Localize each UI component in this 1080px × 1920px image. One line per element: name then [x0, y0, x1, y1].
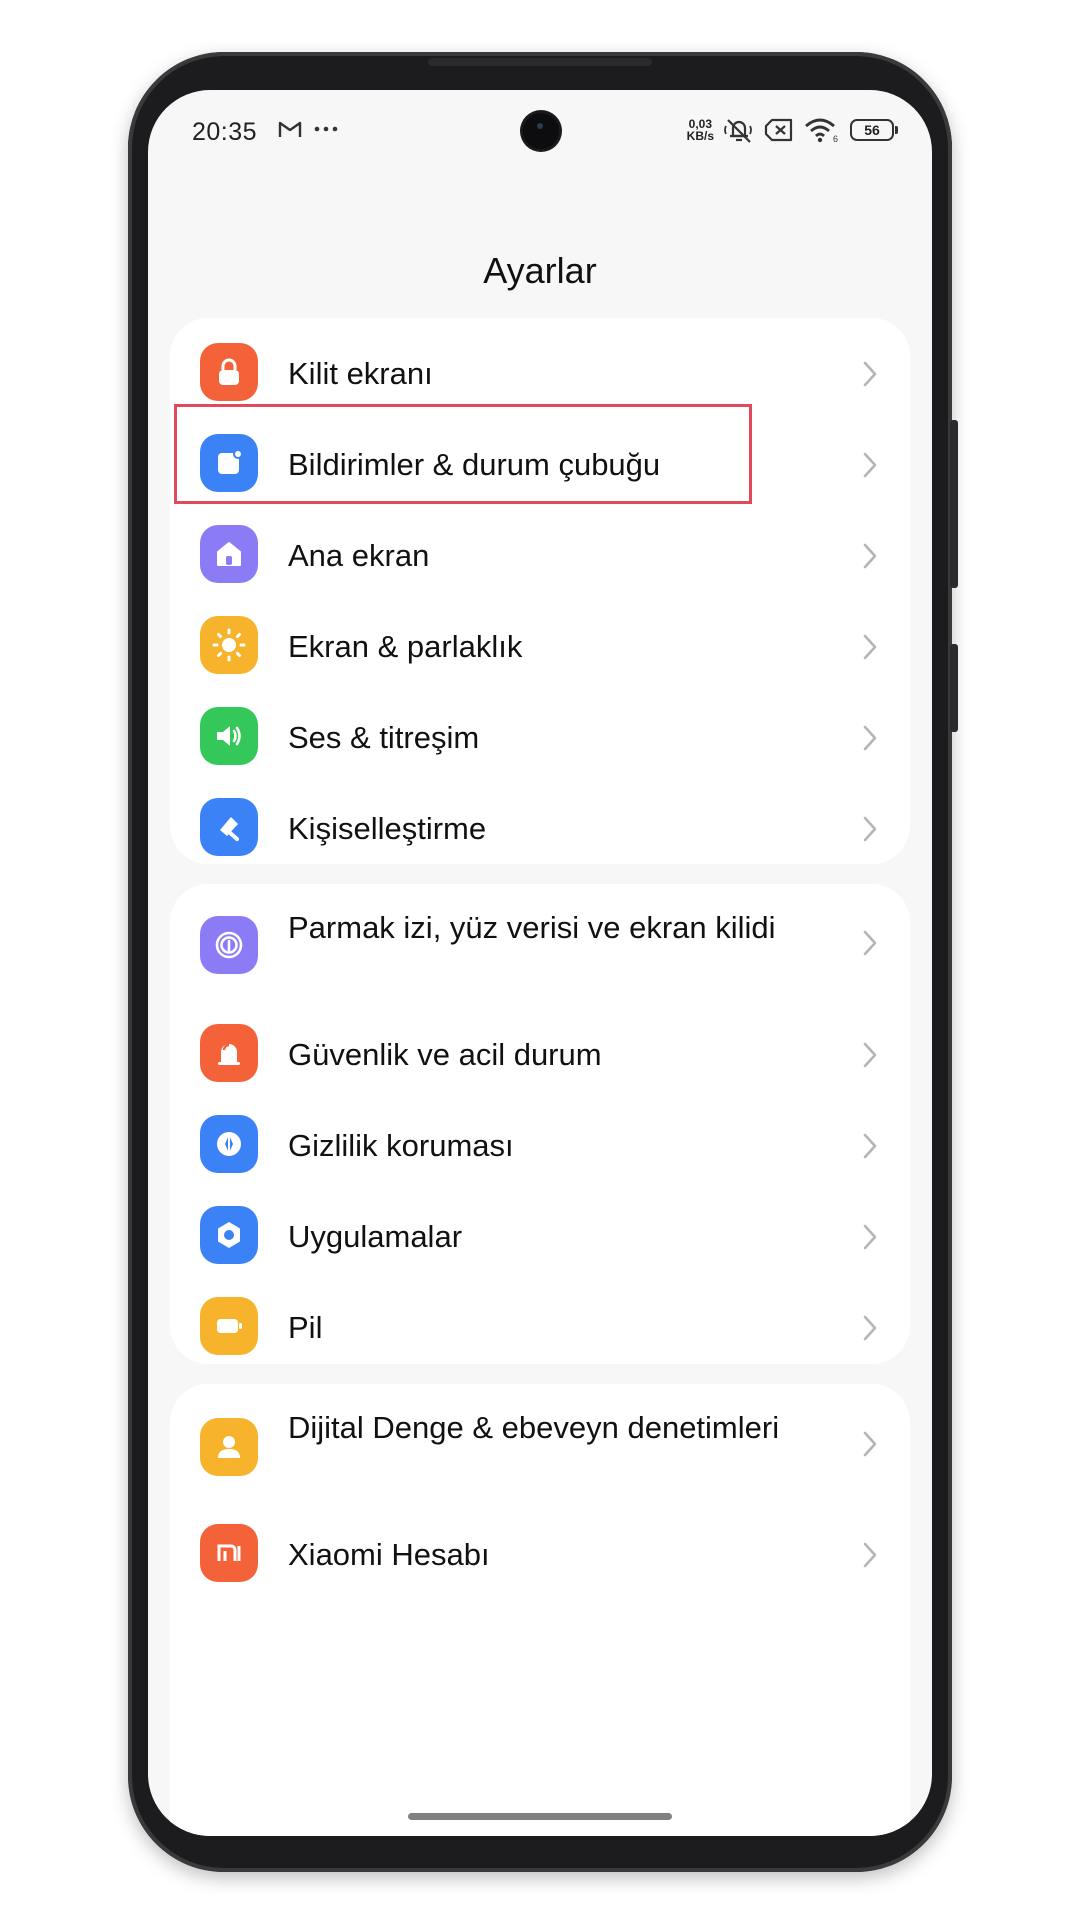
chevron-right-icon: [863, 816, 877, 842]
chevron-right-icon: [863, 1431, 877, 1457]
lock-icon: [200, 343, 258, 401]
home-icon: [200, 525, 258, 583]
status-right-icons: 0,03 KB/s 6 56: [687, 116, 898, 144]
settings-item-label: Ana ekran: [288, 538, 430, 573]
chevron-right-icon: [863, 930, 877, 956]
settings-item-digital-wellbeing[interactable]: Dijital Denge & ebeveyn denetimleri: [170, 1384, 910, 1504]
brush-icon: [200, 798, 258, 856]
page-title: Ayarlar: [483, 250, 597, 291]
settings-item-label: Kişiselleştirme: [288, 811, 487, 846]
battery-indicator: 56: [850, 119, 898, 141]
wifi-sub-label: 6: [833, 134, 838, 143]
speaker-icon: [200, 707, 258, 765]
settings-group-2: Parmak izi, yüz verisi ve ekran kilidi G…: [170, 884, 910, 1364]
chevron-right-icon: [863, 361, 877, 387]
battery-icon: [200, 1297, 258, 1355]
settings-group-1: Kilit ekranı Bildirimler & durum çubuğu: [170, 318, 910, 864]
privacy-icon: [200, 1115, 258, 1173]
screen: 20:35 0,03 KB/s 6 56 Ayarlar Kilit ekran…: [148, 90, 932, 1836]
gmail-icon: [278, 121, 302, 137]
wifi-icon: 6: [805, 118, 838, 143]
earpiece-bar: [428, 58, 652, 66]
status-bar: 20:35 0,03 KB/s 6 56: [148, 90, 932, 186]
settings-item-label: Kilit ekranı: [288, 356, 433, 391]
status-left-icons: [278, 120, 338, 138]
wellbeing-icon: [200, 1418, 258, 1476]
settings-item-label: Parmak izi, yüz verisi ve ekran kilidi: [288, 910, 776, 945]
settings-item-personalization[interactable]: Kişiselleştirme: [170, 773, 910, 885]
emergency-icon: [200, 1024, 258, 1082]
chevron-right-icon: [863, 452, 877, 478]
settings-item-label: Bildirimler & durum çubuğu: [288, 447, 661, 482]
settings-item-label: Ses & titreşim: [288, 720, 480, 755]
sun-icon: [200, 616, 258, 674]
chevron-right-icon: [863, 1042, 877, 1068]
no-sim-icon: [764, 118, 793, 142]
chevron-right-icon: [863, 543, 877, 569]
chevron-right-icon: [863, 1224, 877, 1250]
settings-item-label: Güvenlik ve acil durum: [288, 1037, 602, 1072]
chevron-right-icon: [863, 1315, 877, 1341]
settings-item-label: Ekran & parlaklık: [288, 629, 523, 664]
network-speed-unit: KB/s: [686, 129, 714, 143]
volume-button: [950, 420, 958, 588]
settings-item-label: Gizlilik koruması: [288, 1128, 514, 1163]
settings-item-label: Uygulamalar: [288, 1219, 463, 1254]
fingerprint-icon: [200, 916, 258, 974]
network-speed: 0,03 KB/s: [687, 118, 714, 142]
chevron-right-icon: [863, 1133, 877, 1159]
phone-frame: 20:35 0,03 KB/s 6 56 Ayarlar Kilit ekran…: [128, 52, 958, 1872]
more-dots-icon: [314, 126, 338, 132]
mi-account-icon: [200, 1524, 258, 1582]
settings-group-3: Dijital Denge & ebeveyn denetimleri Xiao…: [170, 1384, 910, 1836]
settings-item-label: Xiaomi Hesabı: [288, 1537, 490, 1572]
notification-icon: [200, 434, 258, 492]
home-indicator[interactable]: [408, 1813, 672, 1820]
apps-icon: [200, 1206, 258, 1264]
chevron-right-icon: [863, 725, 877, 751]
settings-item-xiaomi-account[interactable]: Xiaomi Hesabı: [170, 1499, 910, 1611]
silent-bell-icon: [724, 119, 752, 143]
battery-level: 56: [864, 122, 880, 138]
chevron-right-icon: [863, 1542, 877, 1568]
settings-item-fingerprint[interactable]: Parmak izi, yüz verisi ve ekran kilidi: [170, 884, 910, 1004]
settings-item-battery[interactable]: Pil: [170, 1272, 910, 1384]
chevron-right-icon: [863, 634, 877, 660]
settings-item-label: Dijital Denge & ebeveyn denetimleri: [288, 1410, 780, 1445]
settings-item-label: Pil: [288, 1310, 323, 1345]
front-camera: [523, 113, 559, 149]
power-button: [950, 644, 958, 732]
status-time: 20:35: [192, 118, 258, 146]
